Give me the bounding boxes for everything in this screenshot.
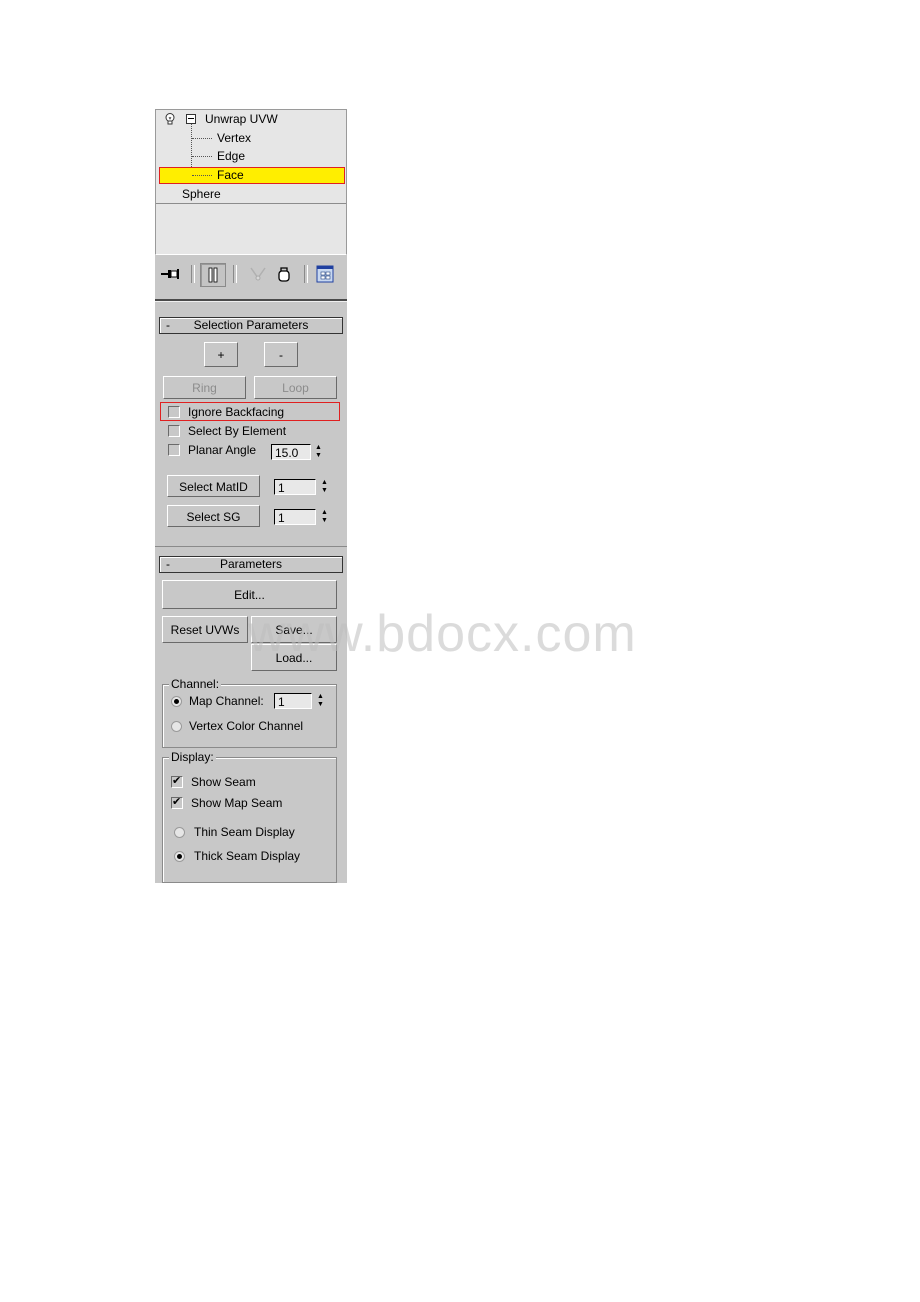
thick-seam-radio[interactable] — [174, 851, 185, 862]
pin-stack-icon[interactable] — [159, 263, 181, 285]
remove-modifier-icon[interactable] — [274, 263, 294, 285]
stack-item-sphere[interactable]: Sphere — [182, 185, 221, 203]
channel-group-label: Channel: — [169, 676, 222, 692]
tree-line — [192, 138, 212, 139]
spinner-arrows-icon[interactable]: ▲ ▼ — [319, 479, 330, 495]
command-panel: Unwrap UVW Vertex Edge Face Sphere - Sel… — [155, 109, 347, 883]
select-matid-button[interactable]: Select MatID — [167, 475, 260, 497]
ignore-backfacing-label[interactable]: Ignore Backfacing — [188, 404, 284, 420]
make-unique-icon[interactable] — [248, 263, 268, 285]
spinner-arrows-icon[interactable]: ▲ ▼ — [313, 444, 324, 460]
sg-field[interactable]: 1 — [274, 509, 316, 525]
stack-item-face[interactable]: Face — [217, 166, 244, 184]
select-sg-spinner[interactable]: 1 ▲ ▼ — [274, 509, 332, 527]
show-seam-label[interactable]: Show Seam — [191, 774, 256, 790]
collapse-minus: - — [166, 318, 170, 332]
show-end-result-icon[interactable] — [200, 263, 226, 287]
rollout-title: Parameters — [219, 557, 283, 571]
reset-uvws-button[interactable]: Reset UVWs — [162, 616, 248, 643]
rollout-divider — [155, 546, 347, 547]
planar-angle-field[interactable]: 15.0 — [271, 444, 311, 460]
toolbar-separator — [191, 265, 195, 283]
show-seam-checkbox[interactable] — [171, 774, 183, 788]
collapse-minus: - — [166, 557, 170, 571]
thin-seam-radio[interactable] — [174, 827, 185, 838]
rollout-title: Selection Parameters — [193, 318, 309, 332]
tree-line — [192, 175, 212, 176]
spinner-arrows-icon[interactable]: ▲ ▼ — [319, 509, 330, 525]
select-sg-button[interactable]: Select SG — [167, 505, 260, 527]
rollout-parameters[interactable]: - Parameters — [159, 556, 343, 573]
planar-angle-checkbox[interactable] — [168, 444, 180, 456]
thick-seam-label[interactable]: Thick Seam Display — [194, 848, 300, 864]
loop-button[interactable]: Loop — [254, 376, 337, 399]
vertex-color-channel-label[interactable]: Vertex Color Channel — [189, 718, 303, 734]
map-channel-field[interactable]: 1 — [274, 693, 312, 709]
map-channel-label[interactable]: Map Channel: — [189, 693, 264, 709]
spinner-arrows-icon[interactable]: ▲ ▼ — [315, 693, 326, 709]
toolbar-separator — [233, 265, 237, 283]
lightbulb-icon[interactable] — [165, 113, 175, 125]
stack-toolbar — [155, 255, 347, 295]
planar-angle-spinner[interactable]: 15.0 ▲ ▼ — [271, 444, 327, 462]
tree-line — [192, 156, 212, 157]
matid-field[interactable]: 1 — [274, 479, 316, 495]
planar-angle-label[interactable]: Planar Angle — [188, 442, 256, 458]
map-channel-radio[interactable] — [171, 696, 182, 707]
toolbar-separator — [304, 265, 308, 283]
thin-seam-label[interactable]: Thin Seam Display — [194, 824, 295, 840]
ignore-backfacing-checkbox[interactable] — [168, 406, 180, 418]
grow-selection-button[interactable]: + — [204, 342, 238, 367]
stack-divider — [156, 203, 346, 204]
map-channel-spinner[interactable]: 1 ▲ ▼ — [274, 693, 332, 711]
select-matid-spinner[interactable]: 1 ▲ ▼ — [274, 479, 332, 497]
modifier-stack[interactable]: Unwrap UVW Vertex Edge Face Sphere — [155, 109, 347, 255]
display-group-label: Display: — [169, 749, 216, 765]
select-by-element-checkbox[interactable] — [168, 425, 180, 437]
select-by-element-label[interactable]: Select By Element — [188, 423, 286, 439]
rollout-selection-parameters[interactable]: - Selection Parameters — [159, 317, 343, 334]
show-map-seam-checkbox[interactable] — [171, 795, 183, 809]
watermark: www.bdocx.com — [248, 605, 637, 663]
vertex-color-channel-radio[interactable] — [171, 721, 182, 732]
stack-item-edge[interactable]: Edge — [217, 147, 245, 165]
stack-item-vertex[interactable]: Vertex — [217, 129, 251, 147]
configure-modifier-sets-icon[interactable] — [314, 263, 336, 285]
collapse-icon[interactable] — [186, 114, 196, 124]
divider — [155, 301, 347, 302]
show-map-seam-label[interactable]: Show Map Seam — [191, 795, 282, 811]
selected-highlight — [159, 167, 345, 184]
ring-button[interactable]: Ring — [163, 376, 246, 399]
stack-item-unwrap-uvw[interactable]: Unwrap UVW — [205, 110, 278, 128]
shrink-selection-button[interactable]: - — [264, 342, 298, 367]
